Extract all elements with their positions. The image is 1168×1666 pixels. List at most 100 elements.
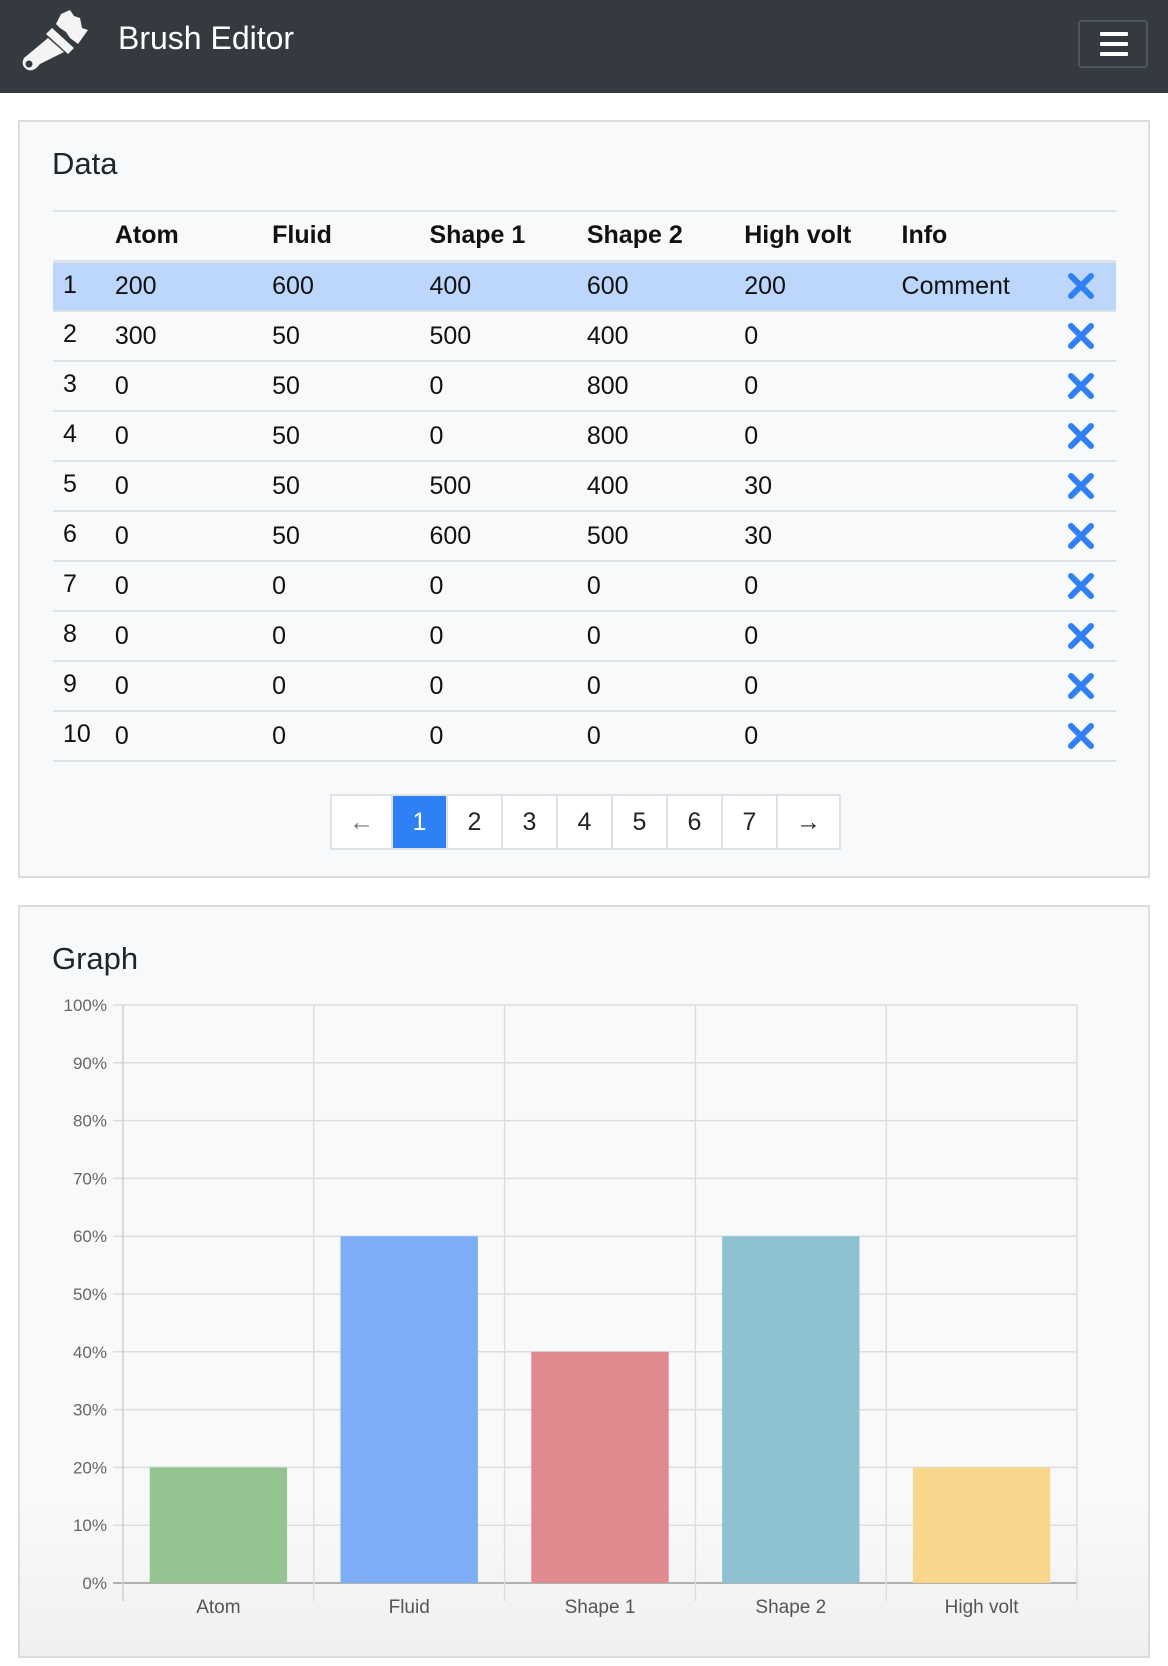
table-row[interactable]: 900000 <box>53 661 1116 712</box>
paintbrush-icon[interactable] <box>18 8 88 74</box>
cell-info[interactable] <box>901 661 1067 712</box>
cell-shape-2[interactable]: 0 <box>586 561 745 612</box>
cell-shape-1[interactable]: 0 <box>429 661 587 712</box>
cell-high-volt[interactable]: 30 <box>744 461 902 512</box>
cell-atom[interactable]: 0 <box>114 461 273 512</box>
cell-fluid[interactable]: 0 <box>272 711 430 762</box>
cell-atom[interactable]: 0 <box>114 661 273 712</box>
pagination-page-5[interactable]: 5 <box>613 796 668 848</box>
cell-info[interactable] <box>901 561 1067 612</box>
cell-atom[interactable]: 0 <box>114 411 273 462</box>
delete-row-button[interactable] <box>1066 671 1096 701</box>
cell-shape-1[interactable]: 0 <box>429 361 587 412</box>
pagination-prev-button[interactable]: ← <box>332 796 393 848</box>
cell-shape-1[interactable]: 400 <box>429 261 587 312</box>
cell-info[interactable] <box>901 311 1067 362</box>
cell-high-volt[interactable]: 0 <box>744 361 902 412</box>
cell-shape-1[interactable]: 0 <box>429 561 587 612</box>
cell-shape-1[interactable]: 600 <box>429 511 587 562</box>
cell-high-volt[interactable]: 30 <box>744 511 902 562</box>
delete-row-button[interactable] <box>1066 471 1096 501</box>
cell-shape-2[interactable]: 0 <box>586 711 745 762</box>
cell-high-volt[interactable]: 0 <box>744 411 902 462</box>
cell-actions <box>1066 511 1116 562</box>
close-x-icon <box>1068 273 1095 300</box>
cell-fluid[interactable]: 50 <box>272 361 430 412</box>
delete-row-button[interactable] <box>1066 521 1096 551</box>
data-table: Atom Fluid Shape 1 Shape 2 High volt Inf… <box>53 210 1116 762</box>
cell-atom[interactable]: 0 <box>114 711 273 762</box>
table-row[interactable]: 1 200 600 400 600 200 Comment <box>53 261 1116 312</box>
table-row[interactable]: 700000 <box>53 561 1116 612</box>
cell-fluid[interactable]: 0 <box>272 611 430 662</box>
cell-shape-2[interactable]: 800 <box>586 411 745 462</box>
pagination-next-button[interactable]: → <box>778 796 839 848</box>
delete-row-button[interactable] <box>1066 321 1096 351</box>
pagination-page-7[interactable]: 7 <box>723 796 778 848</box>
cell-fluid[interactable]: 50 <box>272 461 430 512</box>
cell-high-volt[interactable]: 0 <box>744 711 902 762</box>
table-row[interactable]: 4 0 50 0 800 0 <box>53 411 1116 462</box>
cell-shape-1[interactable]: 500 <box>429 311 587 362</box>
close-x-icon <box>1068 673 1095 700</box>
cell-shape-1[interactable]: 0 <box>429 611 587 662</box>
cell-shape-2[interactable]: 400 <box>586 311 745 362</box>
cell-actions <box>1066 611 1116 662</box>
bar-shape-2 <box>722 1236 860 1583</box>
cell-shape-1[interactable]: 500 <box>429 461 587 512</box>
pagination-page-1[interactable]: 1 <box>393 796 448 848</box>
cell-shape-2[interactable]: 0 <box>586 611 745 662</box>
cell-info[interactable] <box>901 411 1067 462</box>
cell-info[interactable]: Comment <box>901 261 1067 312</box>
pagination-page-6[interactable]: 6 <box>668 796 723 848</box>
delete-row-button[interactable] <box>1066 721 1096 751</box>
cell-shape-2[interactable]: 500 <box>586 511 745 562</box>
table-row[interactable]: 10 0 0 0 0 0 <box>53 711 1116 762</box>
column-header-high-volt: High volt <box>744 210 902 263</box>
pagination-page-3[interactable]: 3 <box>503 796 558 848</box>
table-row[interactable]: 3 0 50 0 800 0 <box>53 361 1116 412</box>
cell-high-volt[interactable]: 0 <box>744 561 902 612</box>
delete-row-button[interactable] <box>1066 571 1096 601</box>
cell-atom[interactable]: 300 <box>114 311 273 362</box>
cell-shape-1[interactable]: 0 <box>429 711 587 762</box>
cell-info[interactable] <box>901 461 1067 512</box>
x-tick-label: Atom <box>196 1597 240 1618</box>
cell-shape-2[interactable]: 0 <box>586 661 745 712</box>
cell-high-volt[interactable]: 0 <box>744 311 902 362</box>
cell-info[interactable] <box>901 511 1067 562</box>
cell-high-volt[interactable]: 0 <box>744 611 902 662</box>
cell-fluid[interactable]: 50 <box>272 311 430 362</box>
delete-row-button[interactable] <box>1066 271 1096 301</box>
menu-toggle-button[interactable] <box>1078 20 1148 68</box>
delete-row-button[interactable] <box>1066 371 1096 401</box>
table-row[interactable]: 2 300 50 500 400 0 <box>53 311 1116 362</box>
cell-fluid[interactable]: 0 <box>272 661 430 712</box>
cell-info[interactable] <box>901 711 1067 762</box>
cell-atom[interactable]: 0 <box>114 361 273 412</box>
cell-shape-1[interactable]: 0 <box>429 411 587 462</box>
pagination-page-2[interactable]: 2 <box>448 796 503 848</box>
delete-row-button[interactable] <box>1066 421 1096 451</box>
cell-info[interactable] <box>901 611 1067 662</box>
pagination-page-4[interactable]: 4 <box>558 796 613 848</box>
delete-row-button[interactable] <box>1066 621 1096 651</box>
cell-shape-2[interactable]: 600 <box>586 261 745 312</box>
table-row[interactable]: 800000 <box>53 611 1116 662</box>
cell-info[interactable] <box>901 361 1067 412</box>
table-row[interactable]: 5 0 50 500 400 30 <box>53 461 1116 512</box>
table-row[interactable]: 6 0 50 600 500 30 <box>53 511 1116 562</box>
cell-atom[interactable]: 0 <box>114 561 273 612</box>
cell-fluid[interactable]: 50 <box>272 411 430 462</box>
cell-atom[interactable]: 0 <box>114 611 273 662</box>
cell-fluid[interactable]: 600 <box>272 261 430 312</box>
cell-actions <box>1066 361 1116 412</box>
cell-atom[interactable]: 0 <box>114 511 273 562</box>
cell-shape-2[interactable]: 400 <box>586 461 745 512</box>
cell-fluid[interactable]: 0 <box>272 561 430 612</box>
cell-high-volt[interactable]: 200 <box>744 261 902 312</box>
cell-fluid[interactable]: 50 <box>272 511 430 562</box>
cell-shape-2[interactable]: 800 <box>586 361 745 412</box>
cell-high-volt[interactable]: 0 <box>744 661 902 712</box>
cell-atom[interactable]: 200 <box>114 261 273 312</box>
